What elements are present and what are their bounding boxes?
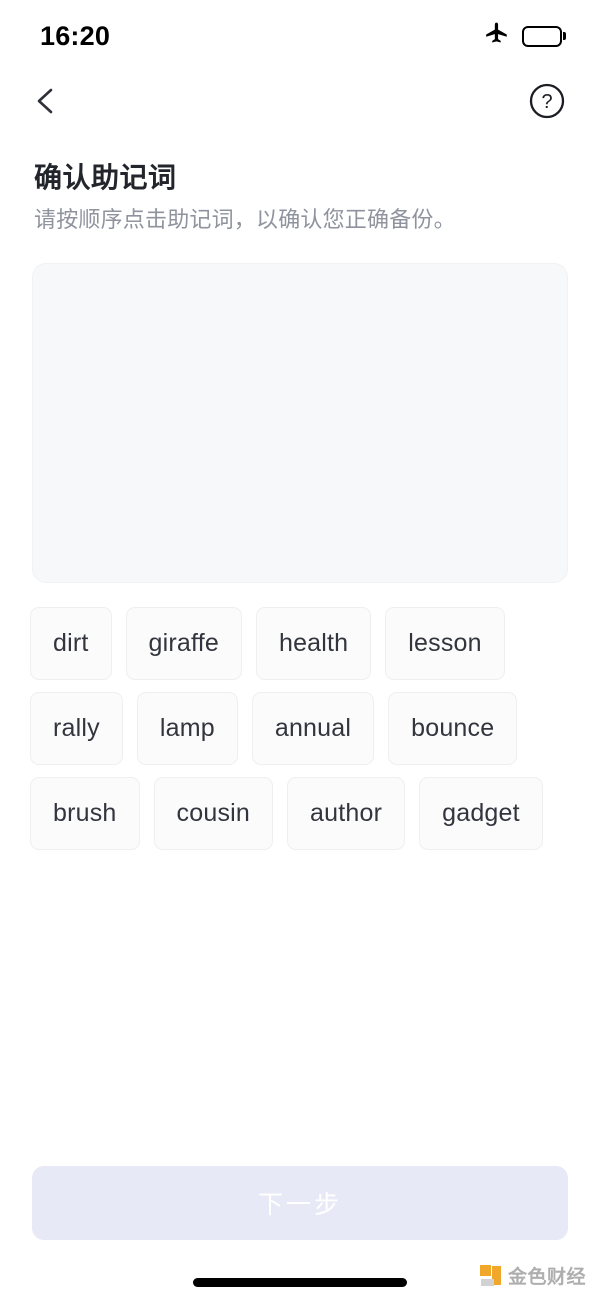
word-chip[interactable]: dirt	[30, 606, 112, 680]
word-chip[interactable]: lamp	[136, 691, 238, 765]
footer: 下一步	[0, 1166, 600, 1240]
question-mark-circle-icon: ?	[528, 82, 566, 125]
word-chip[interactable]: brush	[30, 776, 140, 850]
word-chip[interactable]: annual	[251, 691, 375, 765]
heading-section: 确认助记词 请按顺序点击助记词，以确认您正确备份。	[0, 134, 600, 235]
selected-words-area[interactable]	[32, 262, 568, 583]
word-chip[interactable]: lesson	[385, 606, 505, 680]
status-bar-time: 16:20	[40, 20, 111, 51]
watermark: 金色财经	[479, 1262, 586, 1289]
page-title: 确认助记词	[34, 162, 177, 193]
help-button[interactable]: ?	[526, 82, 568, 124]
watermark-logo-icon	[479, 1265, 501, 1286]
word-chip[interactable]: author	[287, 776, 406, 850]
status-bar: 16:20	[0, 0, 600, 72]
chevron-left-icon	[32, 86, 58, 121]
word-chip[interactable]: cousin	[153, 776, 274, 850]
navigation-bar: ?	[0, 72, 600, 134]
svg-text:?: ?	[541, 91, 552, 113]
watermark-text: 金色财经	[507, 1267, 586, 1288]
next-step-button[interactable]: 下一步	[32, 1166, 568, 1240]
word-chip[interactable]: rally	[30, 691, 123, 765]
back-button[interactable]	[22, 80, 68, 126]
word-chip[interactable]: bounce	[388, 691, 518, 765]
word-chip[interactable]: gadget	[419, 776, 543, 850]
battery-icon	[522, 25, 566, 47]
home-indicator	[193, 1278, 407, 1287]
status-bar-indicators	[484, 21, 566, 52]
word-chip[interactable]: health	[255, 606, 372, 680]
airplane-mode-icon	[484, 21, 510, 52]
word-chip[interactable]: giraffe	[125, 606, 242, 680]
word-pool: dirt giraffe health lesson rally lamp annual bo…	[30, 606, 570, 850]
page-subtitle: 请按顺序点击助记词，以确认您正确备份。	[34, 207, 456, 232]
